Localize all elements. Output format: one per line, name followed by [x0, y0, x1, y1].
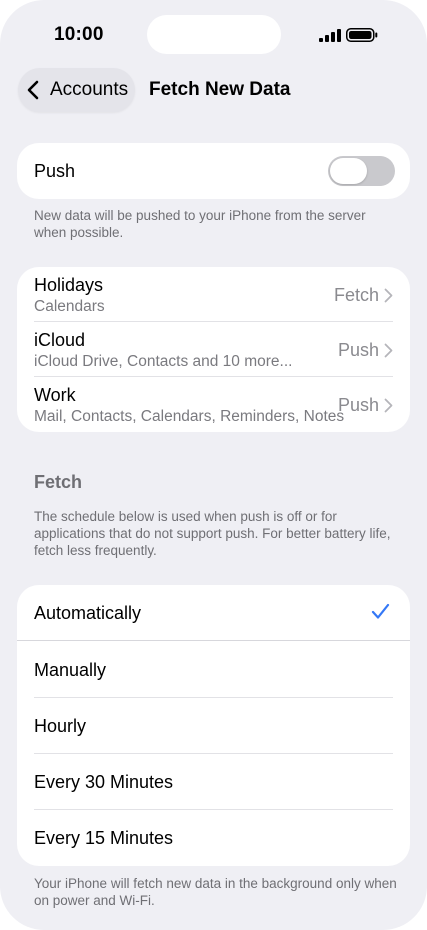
account-subtitle: iCloud Drive, Contacts and 10 more... [34, 353, 293, 370]
account-fetch-mode: Push [337, 395, 379, 415]
chevron-right-icon [384, 398, 393, 413]
back-button[interactable]: Accounts [18, 68, 135, 112]
chevron-right-icon [384, 343, 393, 358]
account-row-work[interactable]: Work Mail, Contacts, Calendars, Reminder… [17, 377, 410, 432]
fetch-option-every-30-minutes[interactable]: Every 30 Minutes [17, 754, 410, 810]
dynamic-island [147, 15, 281, 54]
push-card: Push [17, 143, 410, 199]
page-title: Fetch New Data [149, 79, 291, 100]
account-title: Holidays [34, 275, 104, 295]
fetch-description: The schedule below is used when push is … [34, 509, 391, 558]
fetch-option-manually[interactable]: Manually [17, 642, 410, 698]
fetch-option-label: Every 30 Minutes [34, 772, 174, 792]
push-toggle[interactable] [328, 156, 395, 186]
account-row-icloud[interactable]: iCloud iCloud Drive, Contacts and 10 mor… [17, 322, 410, 377]
account-subtitle: Calendars [34, 298, 105, 315]
back-button-label: Accounts [50, 79, 129, 100]
chevron-left-icon [27, 80, 39, 100]
cellular-signal-icon [319, 29, 341, 42]
fetch-option-label: Automatically [34, 603, 142, 623]
fetch-option-every-15-minutes[interactable]: Every 15 Minutes [17, 810, 410, 866]
push-label: Push [34, 161, 76, 181]
fetch-section-header: Fetch [34, 472, 83, 492]
fetch-option-label: Manually [34, 660, 107, 680]
fetch-options-list: Automatically Manually Hourly Every 30 M… [17, 585, 410, 866]
account-row-holidays[interactable]: Holidays Calendars Fetch [17, 267, 410, 322]
phone-screen: 10:00 Accounts Fetch New Data Push New d… [0, 0, 427, 930]
account-title: Work [34, 385, 76, 405]
push-toggle-knob [330, 158, 367, 184]
fetch-option-label: Hourly [34, 716, 87, 736]
account-fetch-mode: Push [337, 340, 379, 360]
account-subtitle: Mail, Contacts, Calendars, Reminders, No… [34, 408, 345, 425]
push-footnote: New data will be pushed to your iPhone f… [34, 208, 366, 240]
status-time: 10:00 [54, 24, 104, 45]
fetch-footnote: Your iPhone will fetch new data in the b… [34, 876, 397, 908]
fetch-option-hourly[interactable]: Hourly [17, 698, 410, 754]
accounts-list: Holidays Calendars Fetch iCloud iCloud D… [17, 267, 410, 432]
fetch-option-automatically[interactable]: Automatically [17, 585, 410, 641]
battery-icon [346, 28, 378, 42]
chevron-right-icon [384, 288, 393, 303]
fetch-option-label: Every 15 Minutes [34, 828, 174, 848]
account-title: iCloud [34, 330, 86, 350]
checkmark-icon [371, 603, 390, 619]
account-fetch-mode: Fetch [333, 285, 379, 305]
